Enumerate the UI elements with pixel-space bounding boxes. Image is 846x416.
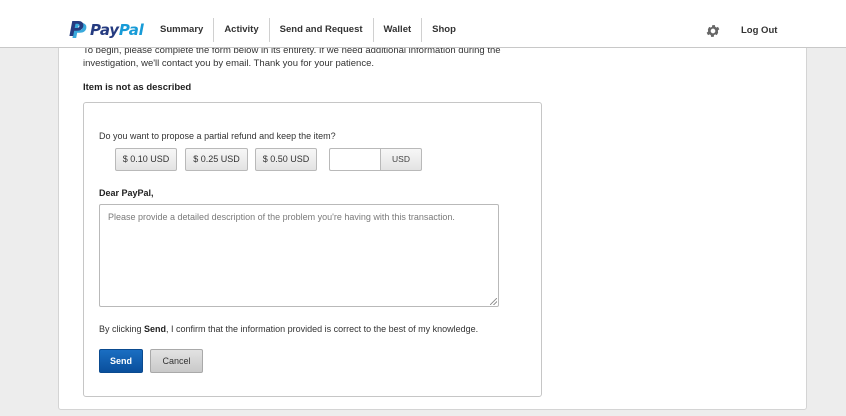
cancel-button[interactable]: Cancel (150, 349, 203, 373)
nav-send-and-request[interactable]: Send and Request (268, 18, 373, 42)
send-button[interactable]: Send (99, 349, 143, 373)
nav-wallet[interactable]: Wallet (372, 18, 422, 42)
description-textarea[interactable]: Please provide a detailed description of… (99, 204, 499, 307)
intro-line-2: investigation, we'll contact you by emai… (83, 58, 375, 69)
nav-activity[interactable]: Activity (213, 18, 268, 42)
custom-refund-amount-input[interactable] (329, 148, 380, 171)
paypal-wordmark: PayPal (90, 21, 144, 39)
top-header: PP PayPal Summary Activity Send and Requ… (0, 0, 846, 48)
paypal-logo[interactable]: PP PayPal (69, 17, 144, 43)
resize-handle-icon[interactable] (490, 298, 497, 305)
paypal-p-icon: PP (69, 17, 87, 43)
gear-icon[interactable] (705, 23, 721, 39)
description-placeholder: Please provide a detailed description of… (108, 212, 455, 222)
nav-summary[interactable]: Summary (150, 18, 213, 42)
partial-refund-question: Do you want to propose a partial refund … (99, 131, 336, 141)
refund-amount-button-050[interactable]: $ 0.50 USD (255, 148, 317, 171)
nav-shop[interactable]: Shop (421, 18, 466, 42)
currency-addon: USD (380, 148, 422, 171)
dispute-form: Do you want to propose a partial refund … (83, 102, 542, 397)
section-title: Item is not as described (83, 82, 192, 93)
refund-amount-button-025[interactable]: $ 0.25 USD (185, 148, 248, 171)
salutation: Dear PayPal, (99, 188, 154, 198)
refund-amount-button-010[interactable]: $ 0.10 USD (115, 148, 177, 171)
confirmation-text: By clicking Send, I confirm that the inf… (99, 324, 479, 334)
logout-link[interactable]: Log Out (741, 25, 777, 36)
main-nav: Summary Activity Send and Request Wallet… (150, 18, 466, 42)
